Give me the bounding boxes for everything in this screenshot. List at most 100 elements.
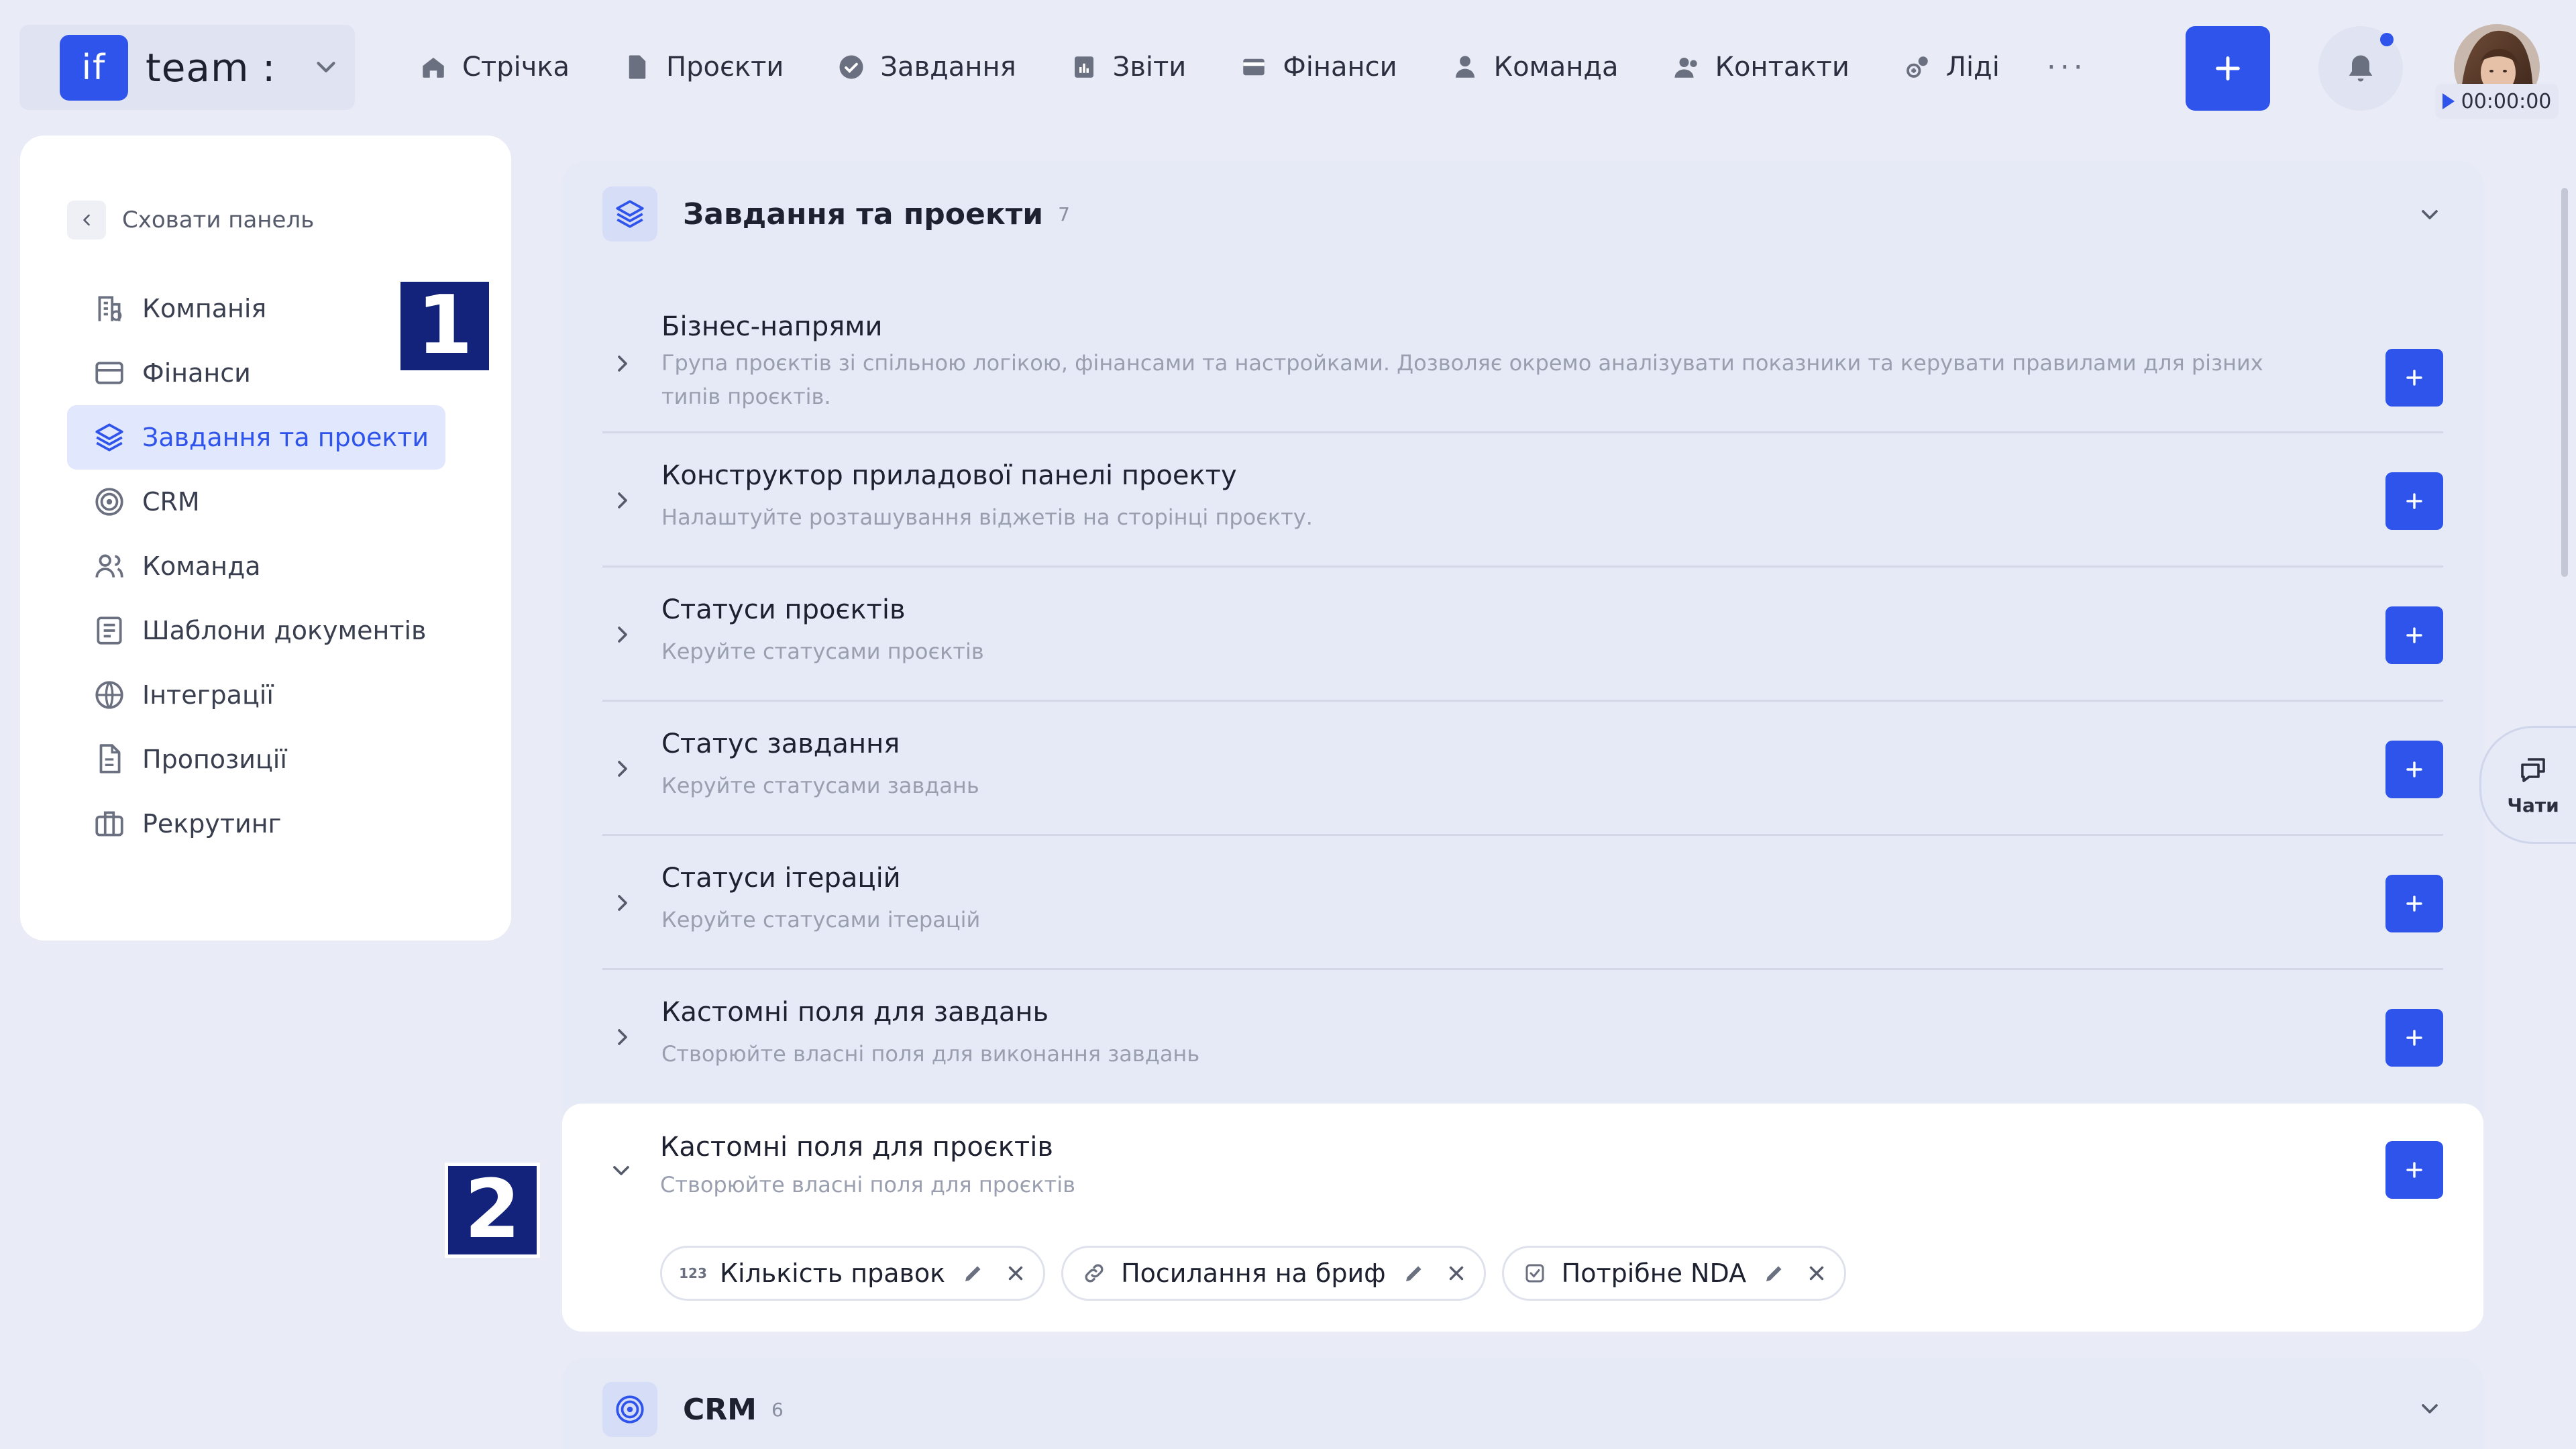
checkbox-icon bbox=[1525, 1264, 1544, 1283]
settings-row-iteration-statuses[interactable]: Статуси ітерацій Керуйте статусами ітера… bbox=[602, 836, 2443, 970]
nav-item-label: Звіти bbox=[1112, 52, 1187, 83]
custom-field-chip[interactable]: Потрібне NDA bbox=[1501, 1246, 1847, 1301]
target-icon bbox=[95, 488, 123, 516]
chats-button[interactable]: Чати bbox=[2479, 726, 2576, 844]
settings-sidebar: Сховати панель Компанія Фінанси Завдання… bbox=[20, 136, 511, 941]
brand-logo: if bbox=[60, 34, 128, 101]
chevron-right-icon bbox=[618, 761, 627, 777]
chat-icon bbox=[2521, 757, 2545, 782]
chevron-down-icon bbox=[317, 62, 335, 72]
create-new-button[interactable] bbox=[2186, 26, 2270, 111]
bell-icon bbox=[2349, 55, 2373, 82]
nav-item-finance[interactable]: Фінанси bbox=[1240, 52, 1397, 83]
chevron-down-icon[interactable] bbox=[608, 1157, 635, 1184]
workspace-name: team : bbox=[146, 44, 276, 91]
nav-item-contacts[interactable]: Контакти bbox=[1672, 52, 1849, 83]
scrollbar[interactable] bbox=[2561, 188, 2568, 577]
sidebar-item-doc-templates[interactable]: Шаблони документів bbox=[67, 598, 466, 663]
chevron-left-icon bbox=[83, 214, 90, 226]
row-description: Керуйте статусами завдань bbox=[661, 773, 979, 798]
pencil-icon[interactable] bbox=[1402, 1261, 1426, 1285]
add-button[interactable] bbox=[2385, 606, 2443, 664]
nav-item-feed[interactable]: Стрічка bbox=[419, 52, 570, 83]
settings-row-task-status[interactable]: Статус завдання Керуйте статусами завдан… bbox=[602, 702, 2443, 836]
close-icon[interactable] bbox=[1004, 1262, 1027, 1285]
time-tracker[interactable]: 00:00:00 bbox=[2435, 84, 2559, 119]
sidebar-item-tasks-projects[interactable]: Завдання та проекти bbox=[67, 405, 445, 470]
sidebar-item-recruiting[interactable]: Рекрутинг bbox=[67, 792, 466, 856]
home-icon bbox=[423, 58, 444, 78]
row-description: Створюйте власні поля для проєктів bbox=[660, 1172, 1075, 1197]
sidebar-item-integrations[interactable]: Інтеграції bbox=[67, 663, 466, 727]
timer-value: 00:00:00 bbox=[2461, 89, 2552, 113]
custom-field-chip[interactable]: Посилання на бриф bbox=[1061, 1246, 1486, 1301]
sidebar-item-label: Рекрутинг bbox=[142, 809, 282, 839]
nav-item-reports[interactable]: Звіти bbox=[1070, 52, 1187, 83]
notifications-button[interactable] bbox=[2318, 26, 2403, 111]
play-icon bbox=[2442, 93, 2455, 109]
chevron-left-box bbox=[67, 201, 106, 239]
sidebar-item-team[interactable]: Команда bbox=[67, 534, 466, 598]
workspace-switcher[interactable]: if team : bbox=[19, 25, 355, 110]
nav-item-projects[interactable]: Проєкти bbox=[623, 52, 784, 83]
user-icon bbox=[1455, 56, 1474, 78]
nav-item-team[interactable]: Команда bbox=[1451, 52, 1619, 83]
custom-field-chip[interactable]: 123 Кількість правок bbox=[660, 1246, 1046, 1301]
chevron-down-icon[interactable] bbox=[2416, 201, 2443, 228]
main-nav: Стрічка Проєкти Завдання Звіти Фінанси К… bbox=[419, 40, 2087, 94]
notification-dot bbox=[2380, 33, 2394, 46]
sidebar-item-label: Завдання та проекти bbox=[142, 423, 429, 452]
target-icon bbox=[616, 1395, 644, 1424]
add-button[interactable] bbox=[2385, 741, 2443, 798]
pencil-icon[interactable] bbox=[1762, 1261, 1786, 1285]
chevron-down-icon[interactable] bbox=[2416, 1395, 2443, 1422]
sidebar-item-label: Команда bbox=[142, 551, 261, 581]
add-button[interactable] bbox=[2385, 875, 2443, 932]
plus-icon bbox=[2406, 896, 2422, 912]
template-icon bbox=[97, 616, 122, 645]
nav-item-label: Завдання bbox=[880, 52, 1016, 83]
add-button[interactable] bbox=[2385, 472, 2443, 530]
row-description: Керуйте статусами проєктів bbox=[661, 639, 984, 664]
briefcase-icon bbox=[95, 811, 123, 837]
section-header[interactable]: CRM 6 bbox=[602, 1382, 784, 1437]
chevron-right-icon bbox=[618, 1029, 627, 1045]
chevron-right-icon bbox=[618, 492, 627, 508]
settings-row-project-custom-fields[interactable]: Кастомні поля для проєктів Створюйте вла… bbox=[562, 1104, 2483, 1332]
close-icon[interactable] bbox=[1445, 1262, 1468, 1285]
row-title: Статуси ітерацій bbox=[661, 863, 901, 894]
layers-icon bbox=[95, 423, 123, 451]
nav-item-leads[interactable]: Ліді bbox=[1903, 52, 2000, 83]
layers-icon bbox=[616, 200, 644, 228]
close-icon[interactable] bbox=[1805, 1262, 1828, 1285]
users-icon bbox=[95, 554, 123, 578]
section-title: CRM bbox=[683, 1392, 757, 1427]
annotation-marker-1: 1 bbox=[397, 278, 492, 374]
add-button[interactable] bbox=[2385, 349, 2443, 407]
hide-panel-button[interactable]: Сховати панель bbox=[67, 201, 314, 239]
chip-label: Потрібне NDA bbox=[1561, 1258, 1747, 1288]
more-nav-button[interactable]: ··· bbox=[2047, 50, 2087, 85]
settings-row-project-statuses[interactable]: Статуси проєктів Керуйте статусами проєк… bbox=[602, 568, 2443, 702]
row-title: Кастомні поля для проєктів bbox=[660, 1132, 1053, 1163]
sidebar-item-crm[interactable]: CRM bbox=[67, 470, 466, 534]
sidebar-item-label: Шаблони документів bbox=[142, 616, 427, 645]
pencil-icon[interactable] bbox=[961, 1261, 985, 1285]
row-title: Бізнес-напрями bbox=[661, 311, 883, 342]
hide-panel-label: Сховати панель bbox=[122, 207, 315, 233]
section-header[interactable]: Завдання та проекти 7 bbox=[602, 186, 1070, 241]
settings-row-task-custom-fields[interactable]: Кастомні поля для завдань Створюйте влас… bbox=[602, 970, 2443, 1104]
nav-item-label: Проєкти bbox=[666, 52, 784, 83]
nav-item-tasks[interactable]: Завдання bbox=[837, 52, 1016, 83]
sidebar-item-proposals[interactable]: Пропозиції bbox=[67, 727, 466, 792]
sidebar-item-label: Фінанси bbox=[142, 358, 251, 388]
plus-icon bbox=[2406, 370, 2422, 386]
settings-row-business-directions[interactable]: Бізнес-напрями Група проєктів зі спільно… bbox=[602, 295, 2443, 433]
nav-item-label: Фінанси bbox=[1283, 52, 1397, 83]
add-button[interactable] bbox=[2385, 1009, 2443, 1067]
leads-icon bbox=[1906, 56, 1928, 78]
settings-row-dashboard-builder[interactable]: Конструктор приладової панелі проекту На… bbox=[602, 433, 2443, 568]
row-description: Група проєктів зі спільною логікою, фіна… bbox=[661, 350, 2263, 409]
add-button[interactable] bbox=[2385, 1141, 2443, 1199]
plus-icon bbox=[2406, 1030, 2422, 1046]
